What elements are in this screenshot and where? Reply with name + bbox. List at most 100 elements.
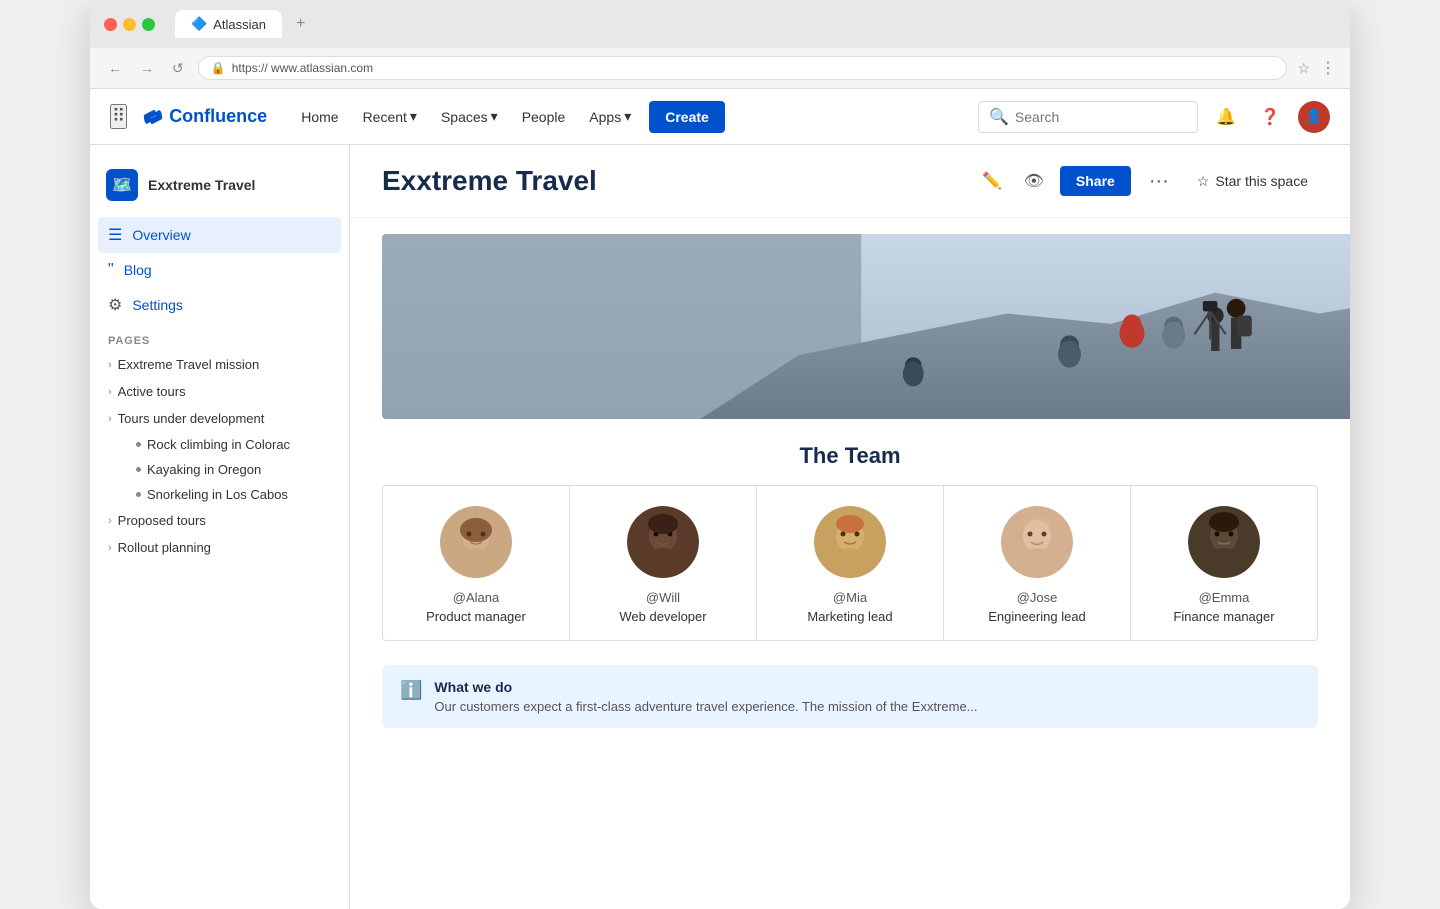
info-title: What we do — [434, 679, 977, 695]
star-label: Star this space — [1215, 173, 1308, 189]
forward-button[interactable]: → — [136, 58, 158, 78]
info-content: What we do Our customers expect a first-… — [434, 679, 977, 714]
star-icon: ☆ — [1197, 173, 1210, 190]
team-grid: @Alana Product manager — [382, 485, 1318, 641]
avatar-mia — [814, 506, 886, 578]
recent-chevron-icon: ▾ — [410, 108, 417, 125]
sidebar-space-header: 🗺️ Exxtreme Travel — [90, 161, 349, 209]
back-button[interactable]: ← — [104, 58, 126, 78]
close-dot[interactable] — [104, 18, 117, 31]
nav-home[interactable]: Home — [291, 101, 348, 133]
address-bar[interactable]: 🔒 https:// www.atlassian.com — [198, 56, 1288, 80]
avatar-alana — [440, 506, 512, 578]
sidebar-item-overview[interactable]: ☰ Overview — [98, 217, 341, 253]
team-role-alana: Product manager — [426, 609, 526, 624]
browser-addressbar: ← → ↺ 🔒 https:// www.atlassian.com ☆ ⋮ — [90, 48, 1350, 89]
help-button[interactable]: ❓ — [1254, 101, 1286, 133]
team-handle-mia: @Mia — [833, 590, 867, 605]
tab-title: Atlassian — [213, 17, 266, 32]
sidebar-page-rollout[interactable]: › Rollout planning — [90, 534, 349, 561]
page-chevron-icon: › — [108, 413, 112, 425]
page-label: Proposed tours — [118, 513, 206, 528]
browser-titlebar: 🔷 Atlassian + — [90, 0, 1350, 48]
nav-apps[interactable]: Apps ▾ — [579, 100, 641, 133]
minimize-dot[interactable] — [123, 18, 136, 31]
nav-people[interactable]: People — [512, 101, 576, 133]
user-avatar[interactable]: 👤 — [1298, 101, 1330, 133]
sidebar-sub-kayaking[interactable]: Kayaking in Oregon — [126, 457, 349, 482]
confluence-logo: Confluence — [143, 106, 267, 127]
create-button[interactable]: Create — [649, 101, 725, 133]
bullet-icon — [136, 467, 141, 472]
page-title: Exxtreme Travel — [382, 165, 976, 197]
bullet-icon — [136, 442, 141, 447]
sidebar-overview-label: Overview — [132, 227, 190, 243]
bookmark-icon[interactable]: ☆ — [1297, 60, 1310, 77]
sub-label: Snorkeling in Los Cabos — [147, 487, 288, 502]
nav-recent[interactable]: Recent ▾ — [353, 100, 427, 133]
info-icon: ℹ️ — [400, 680, 422, 701]
confluence-logo-text: Confluence — [169, 106, 267, 127]
reload-button[interactable]: ↺ — [168, 58, 188, 79]
address-text: https:// www.atlassian.com — [232, 61, 373, 75]
sidebar-blog-label: Blog — [124, 262, 152, 278]
notifications-button[interactable]: 🔔 — [1210, 101, 1242, 133]
content-area: Exxtreme Travel ✏️ 👁 Share ··· ☆ Star th… — [350, 145, 1350, 909]
eye-icon: 👁 — [1024, 171, 1044, 191]
sidebar-sub-pages: Rock climbing in Colorac Kayaking in Ore… — [90, 432, 349, 507]
team-role-emma: Finance manager — [1173, 609, 1274, 624]
overview-icon: ☰ — [108, 225, 122, 245]
team-card-jose: @Jose Engineering lead — [944, 486, 1131, 640]
space-icon: 🗺️ — [106, 169, 138, 201]
nav-right: 🔍 🔔 ❓ 👤 — [978, 101, 1330, 133]
team-role-will: Web developer — [619, 609, 706, 624]
sidebar-sub-snorkeling[interactable]: Snorkeling in Los Cabos — [126, 482, 349, 507]
browser-tab[interactable]: 🔷 Atlassian — [175, 10, 282, 38]
confluence-logo-icon — [143, 107, 163, 127]
team-card-alana: @Alana Product manager — [383, 486, 570, 640]
team-role-mia: Marketing lead — [807, 609, 892, 624]
search-input[interactable] — [1015, 109, 1187, 125]
sidebar-page-proposed[interactable]: › Proposed tours — [90, 507, 349, 534]
lock-icon: 🔒 — [211, 61, 226, 75]
team-handle-will: @Will — [646, 590, 680, 605]
avatar-jose — [1001, 506, 1073, 578]
sidebar-sub-rock-climbing[interactable]: Rock climbing in Colorac — [126, 432, 349, 457]
star-space-button[interactable]: ☆ Star this space — [1187, 167, 1318, 196]
sidebar-page-tours-dev[interactable]: › Tours under development — [90, 405, 349, 432]
help-icon: ❓ — [1260, 107, 1280, 127]
spaces-chevron-icon: ▾ — [491, 108, 498, 125]
content-actions: ✏️ 👁 Share ··· ☆ Star this space — [976, 165, 1318, 197]
page-label: Exxtreme Travel mission — [118, 357, 260, 372]
search-box[interactable]: 🔍 — [978, 101, 1198, 133]
nav-spaces[interactable]: Spaces ▾ — [431, 100, 508, 133]
edit-button[interactable]: ✏️ — [976, 165, 1008, 197]
page-chevron-icon: › — [108, 542, 112, 554]
nav-links: Home Recent ▾ Spaces ▾ People Apps ▾ Cre… — [291, 100, 725, 133]
browser-menu-icon[interactable]: ⋮ — [1320, 58, 1336, 78]
share-button[interactable]: Share — [1060, 166, 1131, 196]
sidebar-item-settings[interactable]: ⚙ Settings — [98, 287, 341, 323]
sub-label: Kayaking in Oregon — [147, 462, 261, 477]
space-name: Exxtreme Travel — [148, 177, 255, 193]
info-text: Our customers expect a first-class adven… — [434, 699, 977, 714]
sidebar-page-item[interactable]: › Exxtreme Travel mission — [90, 351, 349, 378]
sidebar-nav: ☰ Overview " Blog ⚙ Settings — [90, 217, 349, 323]
page-chevron-icon: › — [108, 359, 112, 371]
sidebar-page-active-tours[interactable]: › Active tours — [90, 378, 349, 405]
more-options-button[interactable]: ··· — [1141, 166, 1177, 197]
tab-favicon: 🔷 — [191, 16, 207, 32]
avatar-initials: 👤 — [1305, 108, 1322, 125]
new-tab-button[interactable]: + — [296, 15, 305, 33]
team-handle-jose: @Jose — [1017, 590, 1058, 605]
team-card-will: @Will Web developer — [570, 486, 757, 640]
info-box: ℹ️ What we do Our customers expect a fir… — [382, 665, 1318, 728]
sidebar: 🗺️ Exxtreme Travel ☰ Overview " Blog ⚙ S… — [90, 145, 350, 909]
maximize-dot[interactable] — [142, 18, 155, 31]
grid-icon[interactable]: ⠿ — [110, 104, 127, 129]
team-card-mia: @Mia Marketing lead — [757, 486, 944, 640]
watch-button[interactable]: 👁 — [1018, 165, 1050, 197]
browser-window: 🔷 Atlassian + ← → ↺ 🔒 https:// www.atlas… — [90, 0, 1350, 909]
page-chevron-icon: › — [108, 515, 112, 527]
sidebar-item-blog[interactable]: " Blog — [98, 253, 341, 287]
